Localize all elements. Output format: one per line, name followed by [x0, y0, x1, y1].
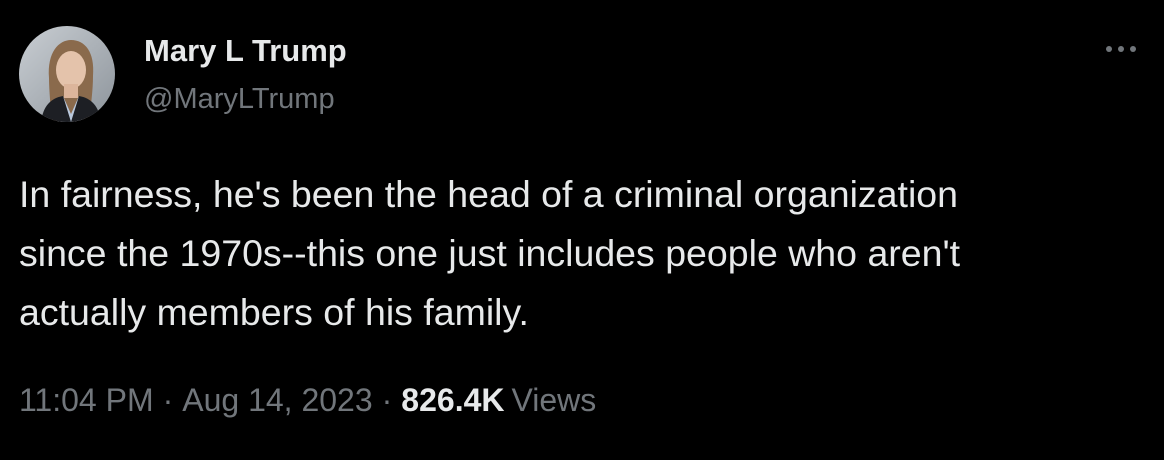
more-horizontal-icon: [1106, 46, 1136, 52]
author-handle[interactable]: @MaryLTrump: [144, 80, 347, 118]
tweet-timestamp[interactable]: 11:04 PM · Aug 14, 2023: [19, 382, 373, 418]
avatar[interactable]: [19, 26, 115, 122]
views-count[interactable]: 826.4K: [401, 382, 504, 418]
tweet-date: Aug 14, 2023: [182, 382, 373, 418]
meta-separator: ·: [162, 382, 174, 418]
author-display-name[interactable]: Mary L Trump: [144, 32, 347, 70]
profile-photo-icon: [19, 26, 115, 122]
tweet-card: Mary L Trump @MaryLTrump In fairness, he…: [0, 0, 1164, 460]
tweet-meta: 11:04 PM · Aug 14, 2023 · 826.4K Views: [19, 378, 596, 422]
more-options-button[interactable]: [1100, 38, 1142, 60]
meta-separator: ·: [381, 382, 393, 418]
tweet-time: 11:04 PM: [19, 382, 154, 418]
author-info: Mary L Trump @MaryLTrump: [144, 32, 347, 118]
views-label: Views: [511, 382, 597, 418]
tweet-text: In fairness, he's been the head of a cri…: [19, 173, 961, 333]
